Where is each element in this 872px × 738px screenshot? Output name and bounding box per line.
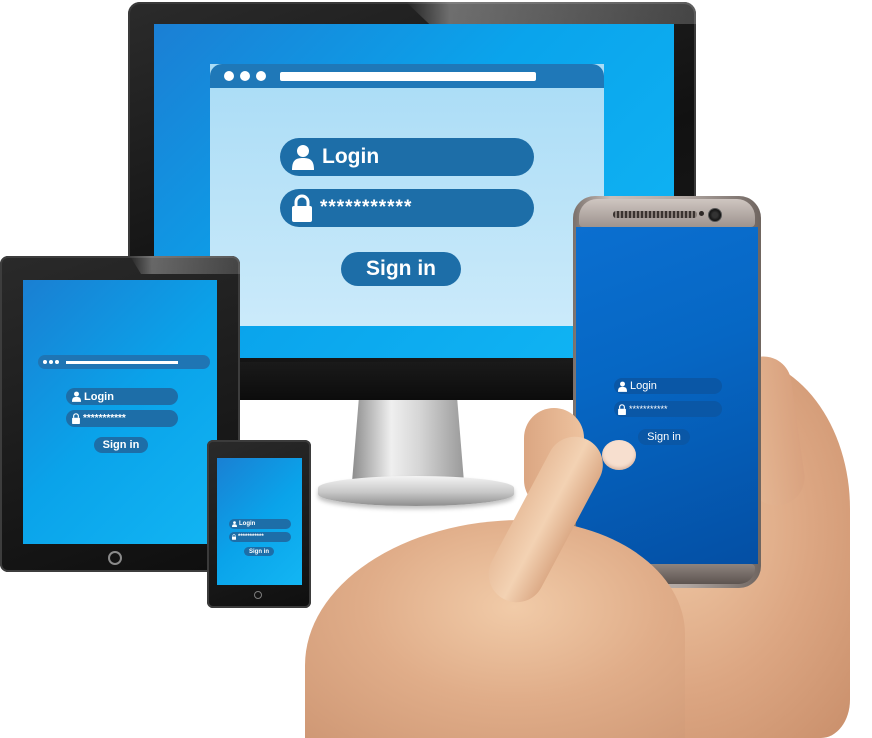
window-dot-minimize[interactable] — [240, 71, 250, 81]
tablet-sign-in-button[interactable]: Sign in — [94, 437, 148, 453]
lock-icon — [292, 194, 312, 222]
login-field[interactable]: Login — [280, 138, 534, 176]
small-phone-sign-in-button[interactable]: Sign in — [244, 547, 274, 556]
tablet-login-field[interactable]: Login — [66, 388, 178, 405]
tablet-password-mask: *********** — [83, 413, 126, 424]
tablet-password-field[interactable]: *********** — [66, 410, 178, 427]
tablet-browser-bar — [38, 355, 210, 369]
small-phone-login-field[interactable]: Login — [229, 519, 291, 529]
login-field-label: Login — [322, 145, 380, 168]
user-icon — [72, 391, 81, 402]
tablet-window-dot — [43, 360, 47, 364]
small-phone-login-label: Login — [239, 521, 256, 527]
power-icon[interactable] — [108, 551, 122, 565]
user-icon — [232, 521, 237, 527]
monitor-stand-neck — [352, 400, 464, 482]
lock-icon — [232, 534, 236, 540]
speaker-grille-icon — [613, 211, 697, 218]
tablet-window-dot — [49, 360, 53, 364]
fingernail — [602, 440, 636, 470]
smartphone-sign-in-button[interactable]: Sign in — [638, 429, 690, 445]
window-dot-close[interactable] — [224, 71, 234, 81]
lock-icon — [72, 413, 80, 424]
smartphone-password-mask: *********** — [629, 404, 668, 414]
power-icon[interactable] — [254, 591, 262, 599]
monitor-stand-base — [318, 476, 514, 506]
smartphone-screen — [576, 227, 758, 564]
window-dot-maximize[interactable] — [256, 71, 266, 81]
tablet-address-bar[interactable] — [66, 361, 178, 364]
small-phone-sign-in-label: Sign in — [249, 548, 269, 555]
smartphone-sign-in-label: Sign in — [647, 431, 681, 443]
smartphone-password-field[interactable]: *********** — [614, 401, 722, 417]
address-bar[interactable] — [280, 72, 536, 81]
user-icon — [292, 145, 314, 170]
browser-titlebar — [210, 64, 604, 88]
sensor-icon — [699, 211, 704, 216]
sign-in-label: Sign in — [366, 257, 436, 280]
tablet-sign-in-label: Sign in — [102, 439, 140, 451]
password-field-mask: *********** — [320, 197, 413, 218]
tablet-login-label: Login — [84, 390, 114, 403]
sign-in-button[interactable]: Sign in — [341, 252, 461, 286]
password-field[interactable]: *********** — [280, 189, 534, 227]
small-phone-password-field[interactable]: *********** — [229, 532, 291, 542]
lock-icon — [618, 403, 626, 415]
front-camera-icon — [708, 208, 722, 222]
user-icon — [618, 381, 627, 392]
tablet-window-dot — [55, 360, 59, 364]
small-phone-password-mask: *********** — [238, 534, 264, 540]
smartphone-login-field[interactable]: Login — [614, 378, 722, 394]
smartphone-login-label: Login — [630, 380, 657, 392]
